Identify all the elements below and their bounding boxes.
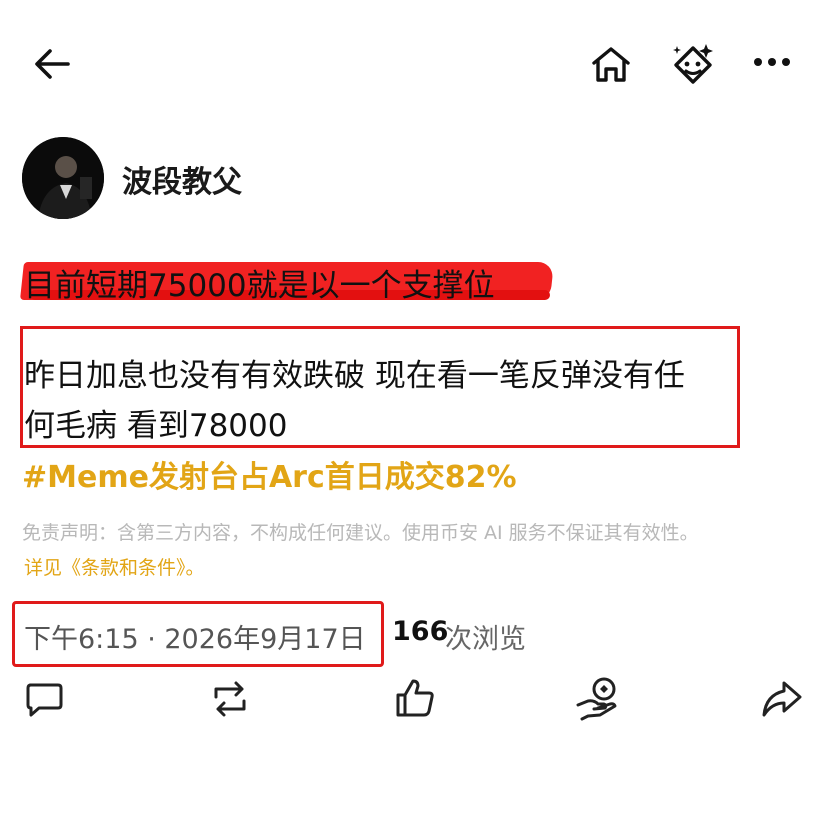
view-count: 166 (392, 616, 449, 647)
home-icon[interactable] (588, 42, 634, 88)
more-dots-icon[interactable] (750, 42, 794, 82)
author-name[interactable]: 波段教父 (122, 157, 242, 201)
like-icon[interactable] (392, 675, 438, 721)
post-body-line-2: 何毛病 看到78000 (24, 408, 288, 444)
ai-sparkle-face-icon[interactable] (668, 40, 718, 90)
hashtag-link[interactable]: #Meme发射台占Arc首日成交82% (22, 452, 517, 496)
post-datetime: 下午6:15 · 2026年9月17日 (24, 624, 366, 655)
repost-icon[interactable] (206, 677, 254, 721)
post-body-line-1: 昨日加息也没有有效跌破 现在看一笔反弹没有任 (24, 358, 685, 394)
share-icon[interactable] (758, 677, 806, 721)
back-arrow-icon[interactable] (30, 44, 74, 84)
disclaimer-text: 免责声明：含第三方内容，不构成任何建议。使用币安 AI 服务不保证其有效性。 (22, 522, 699, 544)
avatar[interactable] (22, 137, 104, 219)
view-count-label: 次浏览 (445, 624, 526, 655)
terms-link[interactable]: 详见《条款和条件》。 (24, 553, 205, 580)
comment-icon[interactable] (22, 677, 66, 721)
tip-icon[interactable] (574, 673, 624, 723)
post-headline: 目前短期75000就是以一个支撑位 (24, 268, 495, 304)
